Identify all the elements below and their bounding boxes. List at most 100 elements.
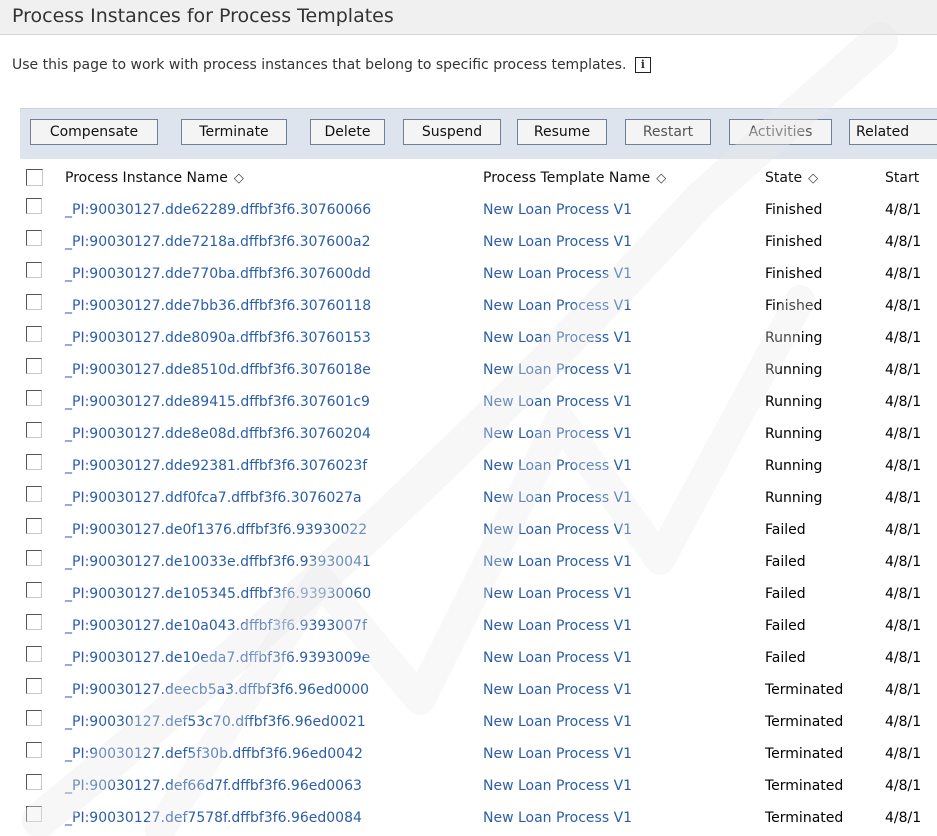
process-template-link[interactable]: New Loan Process V1 <box>483 450 632 482</box>
process-instance-link[interactable]: _PI:90030127.def66d7f.dffbf3f6.96ed0063 <box>65 770 362 802</box>
start-value: 4/8/1 <box>885 586 922 602</box>
process-instance-link[interactable]: _PI:90030127.dde770ba.dffbf3f6.307600dd <box>65 258 371 290</box>
process-template-link[interactable]: New Loan Process V1 <box>483 802 632 834</box>
row-select-checkbox[interactable] <box>26 454 42 470</box>
state-value: Terminated <box>765 810 844 826</box>
process-instance-link[interactable]: _PI:90030127.dde8e08d.dffbf3f6.30760204 <box>65 418 371 450</box>
process-template-link[interactable]: New Loan Process V1 <box>483 770 632 802</box>
process-template-link[interactable]: New Loan Process V1 <box>483 322 632 354</box>
process-instance-link[interactable]: _PI:90030127.ddf0fca7.dffbf3f6.3076027a <box>65 482 362 514</box>
row-select-checkbox[interactable] <box>26 614 42 630</box>
process-template-link[interactable]: New Loan Process V1 <box>483 610 632 642</box>
row-select-checkbox[interactable] <box>26 710 42 726</box>
row-select-checkbox[interactable] <box>26 358 42 374</box>
process-instance-link[interactable]: _PI:90030127.de105345.dffbf3f6.93930060 <box>65 578 371 610</box>
select-all-checkbox[interactable] <box>26 169 43 186</box>
row-select-checkbox[interactable] <box>26 646 42 662</box>
table-row: _PI:90030127.dde8090a.dffbf3f6.30760153 N… <box>20 322 937 354</box>
title-bar: Process Instances for Process Templates <box>0 0 937 35</box>
process-instance-link[interactable]: _PI:90030127.de10033e.dffbf3f6.93930041 <box>65 546 371 578</box>
process-instance-link[interactable]: _PI:90030127.de0f1376.dffbf3f6.93930022 <box>65 514 367 546</box>
table-row: _PI:90030127.de0f1376.dffbf3f6.93930022 N… <box>20 514 937 546</box>
process-template-link[interactable]: New Loan Process V1 <box>483 546 632 578</box>
compensate-button[interactable]: Compensate <box>30 119 158 145</box>
process-template-link[interactable]: New Loan Process V1 <box>483 258 632 290</box>
start-value: 4/8/1 <box>885 714 922 730</box>
start-value: 4/8/1 <box>885 234 922 250</box>
suspend-button[interactable]: Suspend <box>403 119 501 145</box>
process-template-link[interactable]: New Loan Process V1 <box>483 514 632 546</box>
row-select-checkbox[interactable] <box>26 390 42 406</box>
sort-icon[interactable]: ◇ <box>808 165 818 193</box>
row-select-checkbox[interactable] <box>26 742 42 758</box>
table-row: _PI:90030127.de105345.dffbf3f6.93930060 N… <box>20 578 937 610</box>
state-value: Failed <box>765 554 806 570</box>
process-template-link[interactable]: New Loan Process V1 <box>483 642 632 674</box>
process-template-link[interactable]: New Loan Process V1 <box>483 482 632 514</box>
process-template-link[interactable]: New Loan Process V1 <box>483 354 632 386</box>
process-instance-link[interactable]: _PI:90030127.deecb5a3.dffbf3f6.96ed0000 <box>65 674 369 706</box>
process-template-link[interactable]: New Loan Process V1 <box>483 578 632 610</box>
row-select-checkbox[interactable] <box>26 422 42 438</box>
row-select-checkbox[interactable] <box>26 806 42 822</box>
state-value: Running <box>765 394 823 410</box>
process-instance-link[interactable]: _PI:90030127.def7578f.dffbf3f6.96ed0084 <box>65 802 362 834</box>
column-header-state-label: State <box>765 170 803 186</box>
column-header-name[interactable]: Process Instance Name ◇ <box>65 164 244 193</box>
process-instance-link[interactable]: _PI:90030127.de10eda7.dffbf3f6.9393009e <box>65 642 370 674</box>
column-header-template[interactable]: Process Template Name ◇ <box>483 164 666 193</box>
row-select-checkbox[interactable] <box>26 262 42 278</box>
row-select-checkbox[interactable] <box>26 678 42 694</box>
process-template-link[interactable]: New Loan Process V1 <box>483 674 632 706</box>
table-row: _PI:90030127.dde7218a.dffbf3f6.307600a2 N… <box>20 226 937 258</box>
process-instance-link[interactable]: _PI:90030127.dde7218a.dffbf3f6.307600a2 <box>65 226 371 258</box>
row-select-checkbox[interactable] <box>26 550 42 566</box>
process-template-link[interactable]: New Loan Process V1 <box>483 418 632 450</box>
process-template-link[interactable]: New Loan Process V1 <box>483 226 632 258</box>
state-value: Finished <box>765 298 823 314</box>
process-instance-link[interactable]: _PI:90030127.dde8090a.dffbf3f6.30760153 <box>65 322 371 354</box>
row-select-checkbox[interactable] <box>26 582 42 598</box>
process-template-link[interactable]: New Loan Process V1 <box>483 386 632 418</box>
start-value: 4/8/1 <box>885 266 922 282</box>
start-value: 4/8/1 <box>885 298 922 314</box>
process-instance-link[interactable]: _PI:90030127.def5f30b.dffbf3f6.96ed0042 <box>65 738 363 770</box>
process-instance-link[interactable]: _PI:90030127.dde7bb36.dffbf3f6.30760118 <box>65 290 371 322</box>
info-icon[interactable]: i <box>634 57 651 73</box>
activities-button[interactable]: Activities <box>729 119 832 145</box>
process-template-link[interactable]: New Loan Process V1 <box>483 706 632 738</box>
row-select-checkbox[interactable] <box>26 486 42 502</box>
process-instance-link[interactable]: _PI:90030127.dde8510d.dffbf3f6.3076018e <box>65 354 371 386</box>
table-row: _PI:90030127.def5f30b.dffbf3f6.96ed0042 N… <box>20 738 937 770</box>
sort-icon[interactable]: ◇ <box>234 165 244 193</box>
start-value: 4/8/1 <box>885 458 922 474</box>
process-instance-link[interactable]: _PI:90030127.de10a043.dffbf3f6.9393007f <box>65 610 367 642</box>
row-select-checkbox[interactable] <box>26 774 42 790</box>
table-header-row: Process Instance Name ◇ Process Template … <box>20 164 937 196</box>
column-header-start[interactable]: Start <box>885 164 919 192</box>
process-template-link[interactable]: New Loan Process V1 <box>483 290 632 322</box>
terminate-button[interactable]: Terminate <box>181 119 287 145</box>
resume-button[interactable]: Resume <box>517 119 607 145</box>
start-value: 4/8/1 <box>885 554 922 570</box>
process-instance-link[interactable]: _PI:90030127.dde89415.dffbf3f6.307601c9 <box>65 386 370 418</box>
delete-button[interactable]: Delete <box>310 119 385 145</box>
restart-button[interactable]: Restart <box>625 119 711 145</box>
process-instance-link[interactable]: _PI:90030127.dde62289.dffbf3f6.30760066 <box>65 194 371 226</box>
related-button[interactable]: Related <box>849 119 937 145</box>
row-select-checkbox[interactable] <box>26 198 42 214</box>
column-header-state[interactable]: State ◇ <box>765 164 818 193</box>
sort-icon[interactable]: ◇ <box>656 165 666 193</box>
process-instance-link[interactable]: _PI:90030127.def53c70.dffbf3f6.96ed0021 <box>65 706 366 738</box>
table-row: _PI:90030127.deecb5a3.dffbf3f6.96ed0000 N… <box>20 674 937 706</box>
row-select-checkbox[interactable] <box>26 294 42 310</box>
process-template-link[interactable]: New Loan Process V1 <box>483 738 632 770</box>
row-select-checkbox[interactable] <box>26 230 42 246</box>
start-value: 4/8/1 <box>885 202 922 218</box>
process-instance-link[interactable]: _PI:90030127.dde92381.dffbf3f6.3076023f <box>65 450 367 482</box>
process-template-link[interactable]: New Loan Process V1 <box>483 194 632 226</box>
page-title: Process Instances for Process Templates <box>12 5 394 27</box>
state-value: Terminated <box>765 682 844 698</box>
row-select-checkbox[interactable] <box>26 518 42 534</box>
row-select-checkbox[interactable] <box>26 326 42 342</box>
